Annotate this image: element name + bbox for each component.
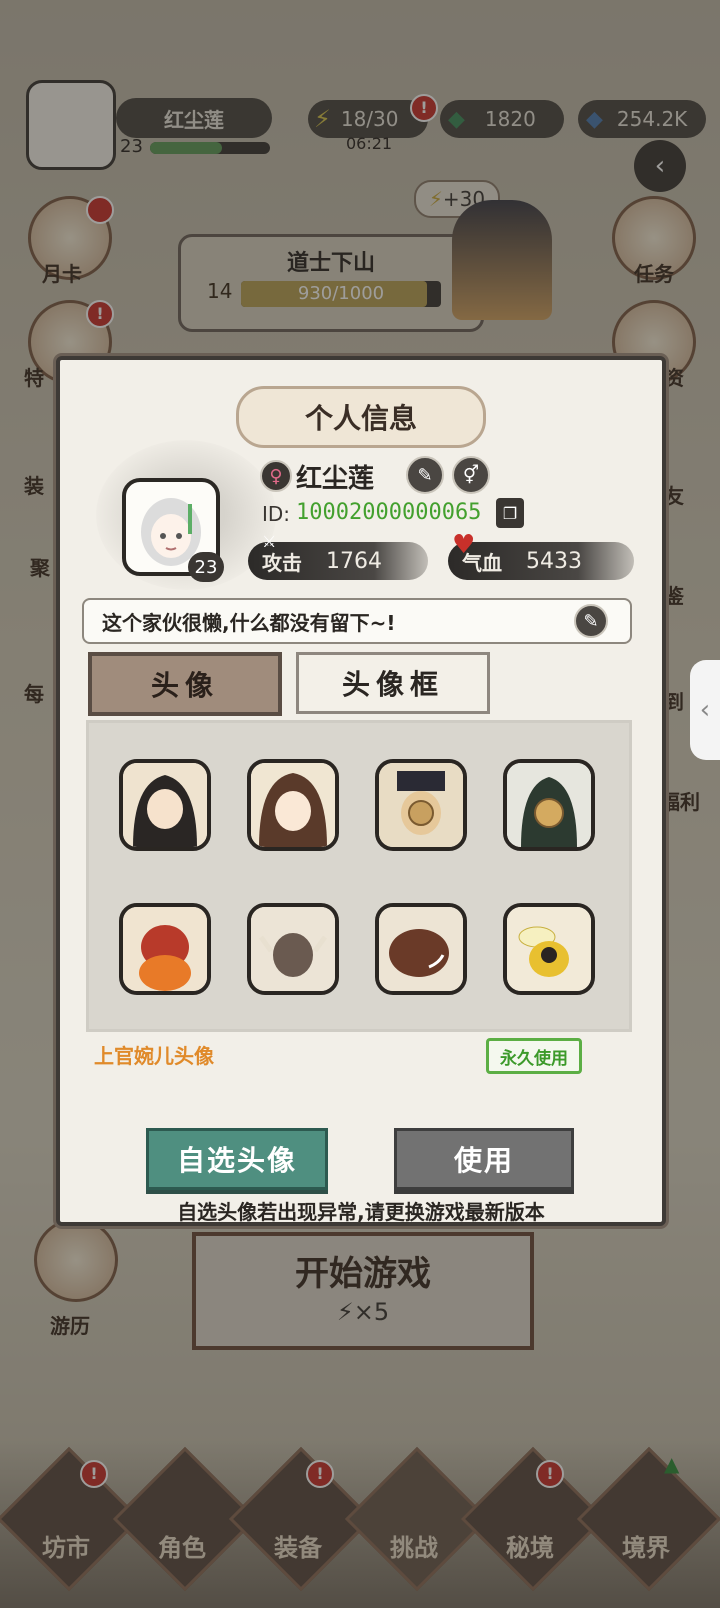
avatar-bee-icon [507,907,591,991]
permanent-use-badge: 永久使用 [486,1038,582,1074]
avatar-option[interactable] [503,903,595,995]
sword-icon: ⚔ [262,532,277,551]
custom-avatar-button[interactable]: 自选头像 [146,1128,328,1190]
id-label: ID: [262,502,291,526]
avatar-grid [86,720,632,1032]
profile-name: 红尘莲 [296,464,375,494]
avatar-option[interactable] [375,903,467,995]
side-drawer-handle[interactable]: ‹ [690,660,720,760]
avatar-swordsman-icon [123,763,207,847]
avatar-horned-warrior-icon [251,907,335,991]
gender-symbol: ♀ [269,465,283,487]
copy-icon[interactable]: ❐ [496,498,524,528]
chevron-left-icon: ‹ [699,695,711,725]
id-value: 10002000000065 [296,500,482,525]
bio-text: 这个家伙很懒,什么都没有留下~! [102,610,396,635]
female-icon: ♀ [260,460,292,492]
edit-name-icon[interactable]: ✎ [406,456,444,494]
bio-field: 这个家伙很懒,什么都没有留下~! [82,598,632,644]
avatar-option[interactable] [247,759,339,851]
hp-value: 5433 [526,548,582,574]
avatar-red-demon-icon [123,907,207,991]
attack-value: 1764 [326,548,382,574]
avatar-option[interactable] [375,759,467,851]
use-button[interactable]: 使用 [394,1128,574,1190]
hp-stat: 气血 5433 [448,542,634,580]
gender-switch-icon[interactable]: ⚥ [452,456,490,494]
tab-avatar-frame[interactable]: 头像框 [296,652,490,714]
avatar-boar-icon [379,907,463,991]
avatar-option[interactable] [119,759,211,851]
heart-icon: ♥ [452,530,476,560]
modal-title: 个人信息 [236,386,486,448]
selected-avatar-name: 上官婉儿头像 [94,1044,214,1068]
avatar-option[interactable] [503,759,595,851]
update-notice: 自选头像若出现异常,请更换游戏最新版本 [177,1200,545,1224]
avatar-option[interactable] [119,903,211,995]
avatar-locked-scholar-icon [507,763,591,847]
tab-avatar[interactable]: 头像 [88,652,282,716]
avatar-lady-icon [251,763,335,847]
avatar-locked-official-icon [379,763,463,847]
avatar-option[interactable] [247,903,339,995]
avatar-level-badge: 23 [188,552,224,582]
edit-bio-icon[interactable]: ✎ [574,604,608,638]
